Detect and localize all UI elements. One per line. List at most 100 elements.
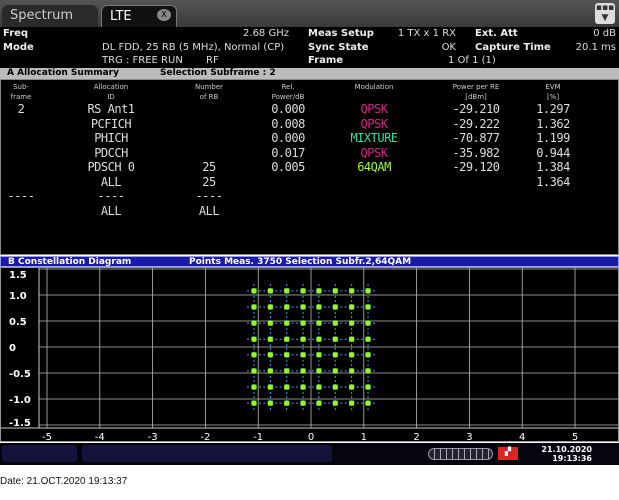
table-cell: 0.944 xyxy=(536,145,570,160)
constellation-point xyxy=(332,336,338,342)
constellation-point xyxy=(300,288,306,294)
x-tick-label: 2 xyxy=(413,432,419,441)
modulation-cell: MIXTURE xyxy=(350,131,398,145)
constellation-point xyxy=(316,336,322,342)
constellation-point xyxy=(267,352,273,358)
constellation-point xyxy=(365,304,371,310)
constellation-point xyxy=(284,304,290,310)
table-cell: 2 xyxy=(17,102,25,116)
constellation-point xyxy=(332,320,338,326)
constellation-point xyxy=(300,400,306,406)
constellation-plot: 1.5 1.0 0.5 0 -0.5 -1.0 -1.5 -5 -4 -3 -2 -1 0 1 2 3 4 5 xyxy=(1,268,618,443)
y-tick-label: 1.5 xyxy=(9,270,27,281)
table-cell: RS Ant1 xyxy=(87,102,135,116)
frame-value: 1 Of 1 (1) xyxy=(448,55,496,66)
y-tick-label: 0.5 xyxy=(9,317,27,328)
constellation-point xyxy=(267,400,273,406)
constellation-point xyxy=(284,368,290,374)
mode-label: Mode xyxy=(3,42,34,53)
constellation-point xyxy=(284,288,290,294)
constellation-point xyxy=(284,400,290,406)
column-header: frame xyxy=(10,93,32,101)
table-cell: ---- xyxy=(195,189,223,203)
table-cell: ---- xyxy=(97,189,125,203)
freq-value: 2.68 GHz xyxy=(243,28,289,39)
allocation-summary-title-bar: A Allocation Summary Selection Subframe … xyxy=(0,68,619,79)
column-header: ID xyxy=(107,93,115,101)
constellation-point xyxy=(365,320,371,326)
constellation-point xyxy=(365,368,371,374)
constellation-point xyxy=(300,336,306,342)
x-tick-label: -4 xyxy=(95,432,105,441)
tab-label: Spectrum xyxy=(10,8,73,23)
table-cell: 1.199 xyxy=(536,131,570,145)
y-tick-label: 0 xyxy=(9,343,16,354)
constellation-point xyxy=(332,288,338,294)
constellation-point xyxy=(316,400,322,406)
constellation-point xyxy=(251,336,257,342)
constellation-point xyxy=(349,288,355,294)
column-header: Power per RE xyxy=(452,83,500,91)
x-tick-label: 4 xyxy=(519,432,525,441)
constellation-point xyxy=(316,320,322,326)
clock: 21.10.2020 19:13:36 xyxy=(538,445,592,463)
modulation-cell: QPSK xyxy=(360,145,388,160)
table-cell: 0.000 xyxy=(271,102,305,116)
table-cell: 1.384 xyxy=(536,160,570,174)
constellation-title-bar: B Constellation Diagram Points Meas. 375… xyxy=(0,256,619,267)
constellation-point xyxy=(349,352,355,358)
constellation-point xyxy=(332,384,338,390)
table-cell: 0.017 xyxy=(271,145,305,160)
constellation-point xyxy=(300,384,306,390)
constellation-point xyxy=(332,304,338,310)
constellation-point xyxy=(251,352,257,358)
table-cell: ALL xyxy=(100,174,122,189)
overflow-menu-button[interactable]: ▪▪▪ ▼ xyxy=(595,3,615,24)
modulation-cell: QPSK xyxy=(360,116,388,131)
constellation-point xyxy=(284,336,290,342)
table-cell: PHICH xyxy=(94,131,128,145)
tab-label: LTE xyxy=(110,9,132,24)
constellation-point xyxy=(365,384,371,390)
constellation-point xyxy=(267,384,273,390)
constellation-point xyxy=(316,352,322,358)
constellation-point xyxy=(251,384,257,390)
tab-lte[interactable]: LTE X xyxy=(101,5,177,27)
status-field xyxy=(2,445,77,462)
ext-att-value: 0 dB xyxy=(593,28,616,39)
constellation-point xyxy=(349,400,355,406)
constellation-point xyxy=(284,352,290,358)
table-cell: -35.982 xyxy=(452,145,500,160)
capture-time-value: 20.1 ms xyxy=(575,42,616,53)
y-tick-label: -1.0 xyxy=(9,395,31,406)
x-tick-label: 5 xyxy=(572,432,578,441)
sync-state-value: OK xyxy=(441,42,456,53)
x-tick-label: -3 xyxy=(148,432,158,441)
status-bar: ▞ 21.10.2020 19:13:36 xyxy=(0,443,619,465)
table-cell: ---- xyxy=(7,189,35,203)
table-cell: 0.008 xyxy=(271,116,305,131)
selection-label: Selection Subframe : 2 xyxy=(160,68,276,78)
constellation-point xyxy=(300,368,306,374)
tab-spectrum[interactable]: Spectrum xyxy=(2,5,98,27)
tab-bar: Spectrum LTE X ▪▪▪ ▼ xyxy=(0,0,619,27)
constellation-point xyxy=(267,320,273,326)
meas-setup-value: 1 TX x 1 RX xyxy=(397,28,456,39)
constellation-point xyxy=(251,288,257,294)
constellation-point xyxy=(332,400,338,406)
status-date: 21.10.2020 xyxy=(541,445,592,454)
x-tick-label: -2 xyxy=(200,432,210,441)
column-header: Power/dB xyxy=(271,93,305,101)
table-cell: PDSCH 0 xyxy=(87,160,135,174)
remote-icon: ▞ xyxy=(498,447,518,460)
constellation-point xyxy=(349,368,355,374)
table-cell: ALL xyxy=(100,203,122,218)
constellation-point xyxy=(251,400,257,406)
mode-value: DL FDD, 25 RB (5 MHz), Normal (CP) xyxy=(102,42,285,53)
constellation-point xyxy=(251,368,257,374)
table-cell: 0.005 xyxy=(271,160,305,174)
constellation-point xyxy=(349,304,355,310)
close-icon[interactable]: X xyxy=(157,9,171,21)
table-cell: -29.120 xyxy=(452,160,500,174)
status-time: 19:13:36 xyxy=(552,454,592,463)
